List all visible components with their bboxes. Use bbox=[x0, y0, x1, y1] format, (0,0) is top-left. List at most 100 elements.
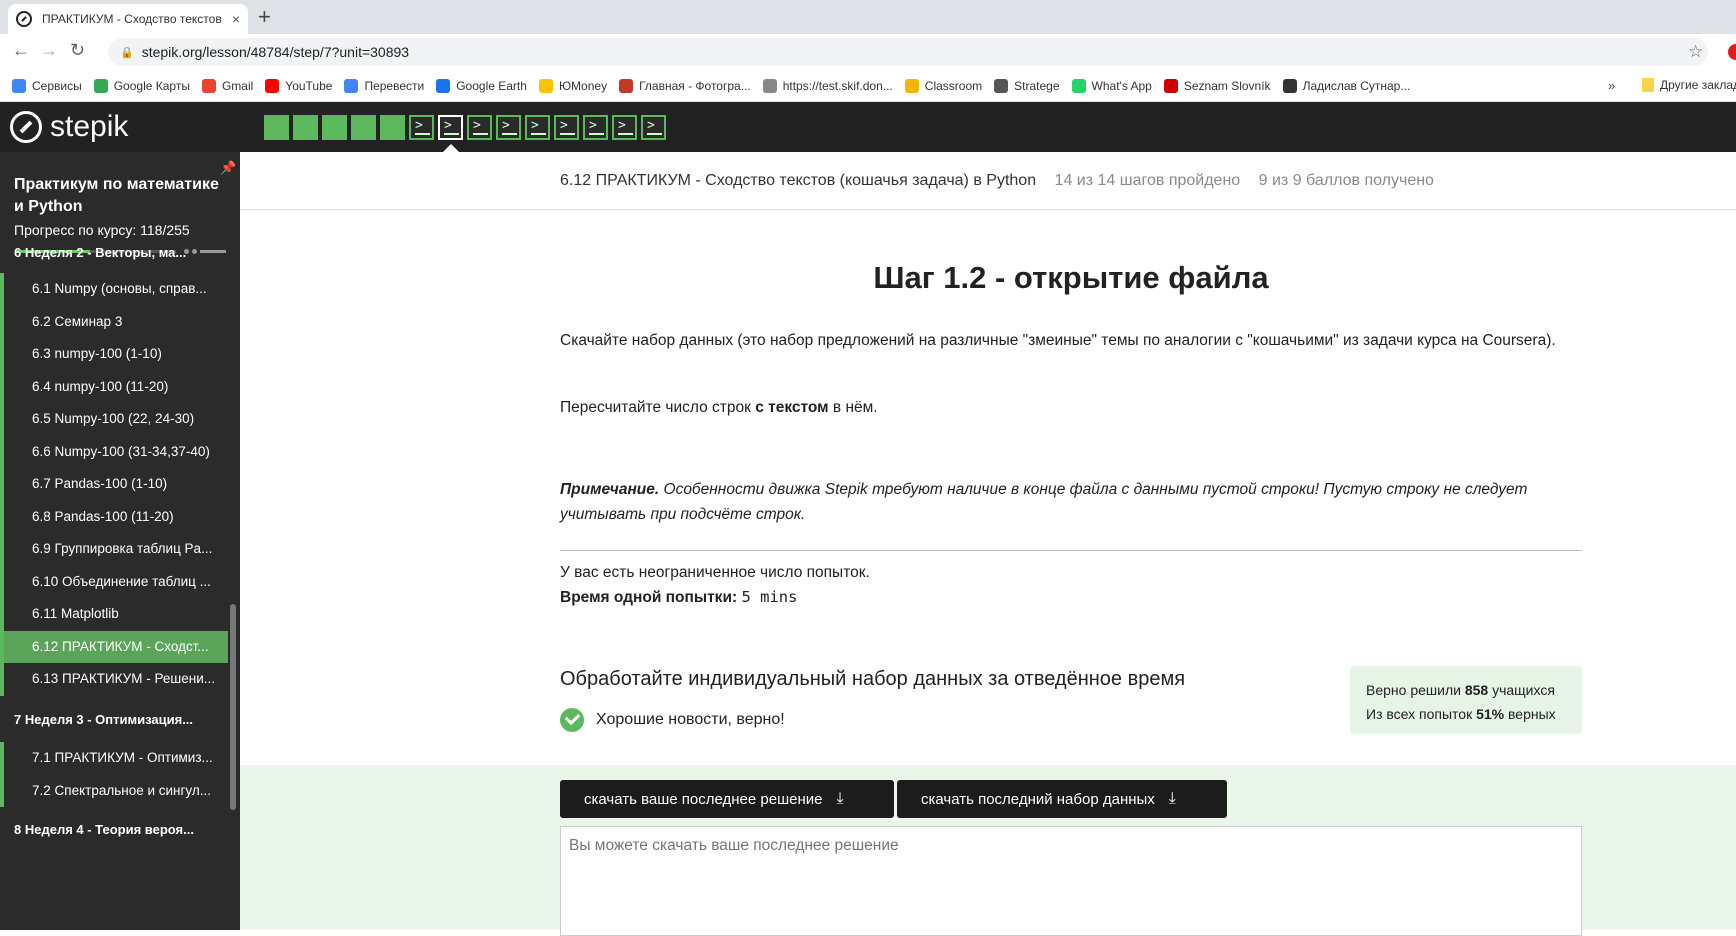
bookmark-item[interactable]: Gmail bbox=[201, 78, 253, 93]
sidebar-item-lesson[interactable]: 6.1 Numpy (основы, справ... bbox=[0, 273, 228, 306]
bookmark-favicon-icon bbox=[1282, 78, 1297, 93]
bookmark-favicon-icon bbox=[1071, 78, 1086, 93]
bookmark-favicon-icon bbox=[1163, 78, 1178, 93]
step-13-button[interactable] bbox=[612, 115, 637, 140]
download-dataset-button[interactable]: скачать последний набор данных ⤓ bbox=[897, 780, 1227, 818]
correct-percent: 51% bbox=[1476, 706, 1505, 722]
stepik-favicon-icon bbox=[16, 11, 32, 27]
success-text: Хорошие новости, верно! bbox=[596, 711, 785, 728]
sidebar-item-lesson[interactable]: 6.5 Numpy-100 (22, 24-30) bbox=[0, 403, 228, 436]
step-4-button[interactable] bbox=[351, 115, 376, 140]
bookmark-item[interactable]: Google Карты bbox=[93, 78, 190, 93]
sidebar-item-lesson[interactable]: 6.6 Numpy-100 (31-34,37-40) bbox=[0, 435, 228, 468]
sidebar-item-lesson[interactable]: 6.3 numpy-100 (1-10) bbox=[0, 338, 228, 371]
sidebar-item-lesson[interactable]: 6.11 Matplotlib bbox=[0, 598, 228, 631]
bookmark-item[interactable]: Ладислав Сутнар... bbox=[1282, 78, 1410, 93]
note-text: Особенности движка Stepik требуют наличи… bbox=[560, 481, 1528, 523]
instruction-paragraph: Скачайте набор данных (это набор предлож… bbox=[560, 332, 1556, 349]
step-10-button[interactable] bbox=[525, 115, 550, 140]
url-text: stepik.org/lesson/48784/step/7?unit=3089… bbox=[141, 44, 410, 60]
answer-textarea[interactable] bbox=[560, 826, 1582, 936]
course-sidebar: 📌 Практикум по математике и Python Прогр… bbox=[0, 152, 240, 930]
bookmarks-bar: Сервисы Google Карты Gmail YouTube Перевести… bbox=[0, 70, 1736, 102]
steps-passed: 14 из 14 шагов пройдено bbox=[1054, 172, 1241, 189]
bookmark-item[interactable]: Classroom bbox=[904, 78, 982, 93]
bookmark-star-icon[interactable]: ☆ bbox=[1688, 42, 1703, 62]
bookmark-favicon-icon bbox=[994, 78, 1009, 93]
stepik-logo[interactable]: stepik bbox=[10, 110, 128, 144]
bookmark-favicon-icon bbox=[762, 78, 777, 93]
count-instruction: Пересчитайте число строк с текстом в нём… bbox=[560, 399, 878, 416]
sidebar-item-lesson[interactable]: 6.4 numpy-100 (11-20) bbox=[0, 370, 228, 403]
bookmark-favicon-icon bbox=[265, 78, 280, 93]
sidebar-item-lesson[interactable]: 6.9 Группировка таблиц Pa... bbox=[0, 533, 228, 566]
sidebar-item-lesson[interactable]: 6.2 Семинар 3 bbox=[0, 305, 228, 338]
sidebar-section-6[interactable]: 6 Неделя 2 - Векторы, ма... bbox=[0, 244, 232, 262]
step-5-button[interactable] bbox=[380, 115, 405, 140]
bookmark-item[interactable]: Перевести bbox=[344, 78, 424, 93]
step-12-button[interactable] bbox=[583, 115, 608, 140]
browser-toolbar: ← → ↻ 🔒 stepik.org/lesson/48784/step/7?u… bbox=[0, 34, 1736, 70]
lesson-breadcrumb: 6.12 ПРАКТИКУМ - Сходство текстов (кошач… bbox=[560, 172, 1434, 190]
success-message: Хорошие новости, верно! bbox=[560, 708, 785, 732]
bookmark-item[interactable]: What's App bbox=[1071, 78, 1152, 93]
other-bookmarks-folder[interactable]: Другие заклад bbox=[1642, 78, 1736, 92]
sidebar-item-lesson[interactable]: 6.7 Pandas-100 (1-10) bbox=[0, 468, 228, 501]
step-1-button[interactable] bbox=[264, 115, 289, 140]
step-7-button[interactable] bbox=[438, 115, 463, 140]
sidebar-section-7[interactable]: 7 Неделя 3 - Оптимизация... bbox=[0, 707, 232, 733]
attempt-time-value: 5 mins bbox=[741, 588, 798, 606]
step-6-button[interactable] bbox=[409, 115, 434, 140]
step-8-button[interactable] bbox=[467, 115, 492, 140]
step-14-button[interactable] bbox=[641, 115, 666, 140]
bookmark-item[interactable]: YouTube bbox=[265, 78, 332, 93]
sidebar-section-8[interactable]: 8 Неделя 4 - Теория вероя... bbox=[0, 817, 232, 843]
bookmark-item[interactable]: Google Earth bbox=[436, 78, 527, 93]
bookmark-item[interactable]: Stratege bbox=[994, 78, 1060, 93]
lesson-title[interactable]: 6.12 ПРАКТИКУМ - Сходство текстов (кошач… bbox=[560, 172, 1036, 189]
more-bookmarks-icon[interactable]: » bbox=[1608, 78, 1615, 93]
lock-icon: 🔒 bbox=[120, 46, 134, 59]
step-9-button[interactable] bbox=[496, 115, 521, 140]
extension-icon[interactable] bbox=[1728, 44, 1736, 60]
back-arrow-icon[interactable]: ← bbox=[12, 40, 30, 61]
sidebar-item-lesson[interactable]: 6.10 Объединение таблиц ... bbox=[0, 565, 228, 598]
close-tab-icon[interactable]: × bbox=[232, 11, 240, 27]
reload-icon[interactable]: ↻ bbox=[70, 40, 85, 61]
step-3-button[interactable] bbox=[322, 115, 347, 140]
bookmark-item[interactable]: ЮMoney bbox=[538, 78, 607, 93]
attempts-info: У вас есть неограниченное число попыток. bbox=[560, 564, 870, 581]
bookmark-favicon-icon bbox=[904, 78, 919, 93]
download-solution-button[interactable]: скачать ваше последнее решение ⤓ bbox=[560, 780, 894, 818]
bookmark-favicon-icon bbox=[12, 78, 26, 93]
sidebar-item-lesson[interactable]: 6.13 ПРАКТИКУМ - Решени... bbox=[0, 663, 228, 696]
course-title[interactable]: Практикум по математике и Python bbox=[14, 174, 224, 218]
bookmark-favicon-icon bbox=[436, 78, 451, 93]
course-progress-label: Прогресс по курсу: 118/255 bbox=[14, 222, 190, 238]
solution-stats: Верно решили 858 учащихся Из всех попыто… bbox=[1350, 666, 1582, 734]
bookmark-item[interactable]: Главная - Фотогра... bbox=[619, 78, 751, 93]
bookmark-item[interactable]: Сервисы bbox=[12, 78, 82, 93]
new-tab-button[interactable]: + bbox=[258, 4, 271, 30]
note-paragraph: Примечание. Особенности движка Stepik тр… bbox=[560, 477, 1582, 527]
step-11-button[interactable] bbox=[554, 115, 579, 140]
bookmark-item[interactable]: https://test.skif.don... bbox=[762, 78, 893, 93]
attempt-time-label: Время одной попытки: bbox=[560, 589, 738, 606]
attempt-time: Время одной попытки: 5 mins bbox=[560, 585, 1582, 610]
logo-text: stepik bbox=[50, 110, 129, 143]
browser-tab[interactable]: ПРАКТИКУМ - Сходство текстов × bbox=[8, 4, 248, 34]
address-bar[interactable]: 🔒 stepik.org/lesson/48784/step/7?unit=30… bbox=[108, 38, 1708, 66]
sidebar-item-lesson[interactable]: 7.1 ПРАКТИКУМ - Оптимиз... bbox=[0, 742, 228, 775]
divider bbox=[560, 550, 1582, 551]
bookmark-item[interactable]: Seznam Slovník bbox=[1163, 78, 1271, 93]
step-title: Шаг 1.2 - открытие файла bbox=[873, 260, 1269, 295]
stepik-logo-icon bbox=[10, 111, 42, 143]
sidebar-item-lesson[interactable]: 6.8 Pandas-100 (11-20) bbox=[0, 500, 228, 533]
step-2-button[interactable] bbox=[293, 115, 318, 140]
stepik-header: stepik bbox=[0, 102, 1736, 153]
sidebar-item-lesson[interactable]: 7.2 Спектральное и сингул... bbox=[0, 774, 228, 807]
step-navigation bbox=[264, 115, 670, 140]
sidebar-item-lesson[interactable]: 6.12 ПРАКТИКУМ - Сходст... bbox=[0, 630, 228, 663]
forward-arrow-icon[interactable]: → bbox=[40, 40, 58, 61]
folder-icon bbox=[1642, 78, 1654, 92]
